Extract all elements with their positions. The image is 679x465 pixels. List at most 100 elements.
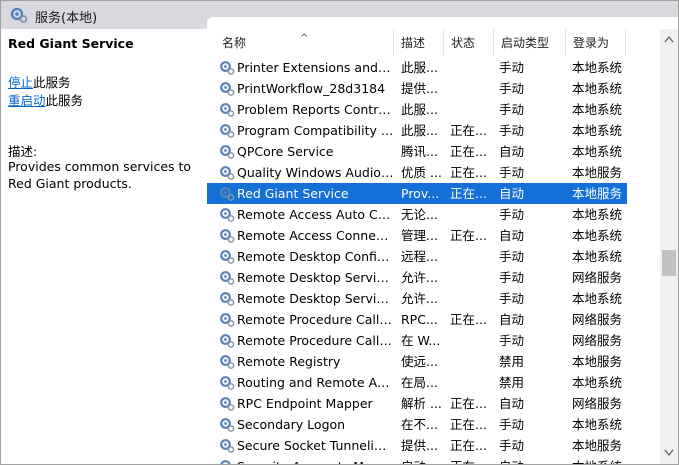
service-row[interactable]: Remote Procedure Call (... RPC... 正在... 自动 网…: [207, 309, 627, 330]
service-startup-type: 自动: [499, 144, 525, 159]
service-status: 正在...: [450, 438, 487, 453]
column-header-name[interactable]: 名称: [215, 29, 394, 57]
service-startup-type: 手动: [499, 333, 525, 348]
service-description: 无论...: [401, 207, 438, 222]
service-name: Remote Registry: [237, 354, 341, 369]
restart-service-link[interactable]: 重启动: [8, 93, 46, 108]
service-startup-type: 手动: [499, 417, 525, 432]
service-row[interactable]: Remote Desktop Services 允许... 手动 网络服务: [207, 267, 627, 288]
service-row[interactable]: Secondary Logon 在不... 正在... 手动 本地系统: [207, 414, 627, 435]
service-startup-type: 禁用: [499, 354, 525, 369]
service-row[interactable]: Security Accounts Manag...启动...正在...自动本地…: [207, 456, 627, 464]
service-name: RPC Endpoint Mapper: [237, 396, 373, 411]
stop-service-suffix: 此服务: [33, 75, 71, 90]
service-row[interactable]: Routing and Remote Acc... 在局... 禁用 本地系统: [207, 372, 627, 393]
service-name: Problem Reports Control...: [237, 102, 394, 117]
stop-service-row: 停止此服务: [8, 72, 71, 91]
service-detail-pane: Red Giant Service 停止此服务 重启动此服务 描述: Provi…: [1, 29, 207, 464]
service-status: [450, 372, 494, 393]
service-row[interactable]: PrintWorkflow_28d3184 提供... 手动 本地系统: [207, 78, 627, 99]
service-status: [450, 267, 494, 288]
service-status: [450, 99, 494, 120]
service-logon-as: 本地服务: [572, 354, 623, 369]
service-name: Printer Extensions and N...: [237, 60, 394, 75]
service-gear-icon: [220, 187, 235, 201]
service-gear-icon: [220, 313, 235, 327]
service-row[interactable]: Printer Extensions and N... 此服... 手动 本地系统: [207, 57, 627, 78]
services-window: 服务(本地) Red Giant Service 停止此服务 重启动此服务 描述…: [0, 0, 679, 465]
service-startup-type: 自动: [499, 396, 525, 411]
service-logon-as: 本地系统: [572, 207, 623, 222]
service-list-pane: ^ 名称 描述 状态 启动类型 登录为 Printer Extensions a…: [207, 17, 678, 464]
column-header-description[interactable]: 描述: [394, 29, 444, 57]
service-row[interactable]: Remote Registry 使远... 禁用 本地服务: [207, 351, 627, 372]
scrollbar-thumb[interactable]: [662, 250, 676, 276]
service-logon-as: 本地系统: [572, 144, 623, 159]
service-gear-icon: [220, 61, 235, 75]
service-row[interactable]: Program Compatibility A... 此服... 正在... 手动 本地…: [207, 120, 627, 141]
service-startup-type: 自动: [499, 186, 525, 201]
service-row[interactable]: Red Giant Service Prov... 正在... 自动 本地服务: [207, 183, 627, 204]
service-gear-icon: [220, 439, 235, 453]
service-row[interactable]: Secure Socket Tunneling ... 提供... 正在... 手动 本…: [207, 435, 627, 456]
column-header-startup-type[interactable]: 启动类型: [494, 29, 566, 57]
service-status: [450, 204, 494, 225]
service-row[interactable]: Remote Desktop Configu... 远程... 手动 本地系统: [207, 246, 627, 267]
service-gear-icon: [220, 460, 231, 464]
scroll-down-arrow-icon[interactable]: [664, 449, 674, 457]
service-logon-as: 本地服务: [572, 438, 623, 453]
service-row[interactable]: Remote Procedure Call (... 在 W... 手动 网络服务: [207, 330, 627, 351]
service-logon-as: 本地系统: [572, 81, 623, 96]
service-gear-icon: [220, 418, 235, 432]
service-logon-as: 本地服务: [572, 186, 623, 201]
service-status: [450, 351, 494, 372]
service-description: 远程...: [401, 249, 438, 264]
service-row[interactable]: Quality Windows Audio V... 优质 ... 正在... 手动 本…: [207, 162, 627, 183]
service-logon-as: 本地系统: [572, 417, 623, 432]
service-logon-as: 本地系统: [572, 60, 623, 75]
service-description: 在局...: [401, 375, 438, 390]
column-header-status[interactable]: 状态: [444, 29, 494, 57]
service-row[interactable]: RPC Endpoint Mapper 解析 ... 正在... 自动 网络服务: [207, 393, 627, 414]
service-status: 正在...: [450, 396, 487, 411]
service-description: 在 W...: [401, 333, 441, 348]
service-name: Remote Procedure Call (...: [237, 312, 394, 327]
service-logon-as: 网络服务: [572, 312, 623, 327]
column-header-logon-as[interactable]: 登录为: [566, 29, 626, 57]
service-description: Prov...: [401, 186, 440, 201]
service-status: [450, 246, 494, 267]
service-startup-type: 禁用: [499, 375, 525, 390]
service-description: 腾讯...: [401, 144, 438, 159]
service-name: Remote Access Connecti...: [237, 228, 394, 243]
service-row[interactable]: Problem Reports Control... 此服... 手动 本地系统: [207, 99, 627, 120]
service-gear-icon: [220, 271, 235, 285]
service-startup-type: 自动: [499, 228, 525, 243]
service-name: Routing and Remote Acc...: [237, 375, 394, 390]
service-logon-as: 本地系统: [572, 102, 623, 117]
service-name: Remote Desktop Services: [237, 270, 394, 285]
service-logon-as: 网络服务: [572, 396, 623, 411]
service-logon-as: 网络服务: [572, 270, 623, 285]
service-name: QPCore Service: [237, 144, 334, 159]
service-startup-type: 手动: [499, 270, 525, 285]
service-logon-as: 本地系统: [572, 228, 623, 243]
service-gear-icon: [220, 208, 235, 222]
service-status: [450, 330, 494, 351]
service-gear-icon: [220, 124, 235, 138]
service-name: Quality Windows Audio V...: [237, 165, 394, 180]
service-name: Remote Desktop Configu...: [237, 249, 394, 264]
stop-service-link[interactable]: 停止: [8, 75, 33, 90]
restart-service-suffix: 此服务: [45, 93, 84, 108]
service-startup-type: 自动: [499, 456, 565, 464]
service-row[interactable]: Remote Access Auto Con... 无论... 手动 本地系统: [207, 204, 627, 225]
service-logon-as: 本地系统: [572, 123, 623, 138]
scroll-up-arrow-icon[interactable]: [664, 35, 674, 43]
service-description: RPC...: [401, 312, 438, 327]
service-gear-icon: [220, 355, 235, 369]
vertical-scrollbar[interactable]: [660, 29, 678, 464]
service-row[interactable]: QPCore Service 腾讯... 正在... 自动 本地系统: [207, 141, 627, 162]
service-description: 在不...: [401, 417, 438, 432]
service-row[interactable]: Remote Desktop Service... 允许... 手动 本地系统: [207, 288, 627, 309]
service-row[interactable]: Remote Access Connecti... 管理... 正在... 自动 本地系…: [207, 225, 627, 246]
restart-service-row: 重启动此服务: [8, 90, 83, 109]
